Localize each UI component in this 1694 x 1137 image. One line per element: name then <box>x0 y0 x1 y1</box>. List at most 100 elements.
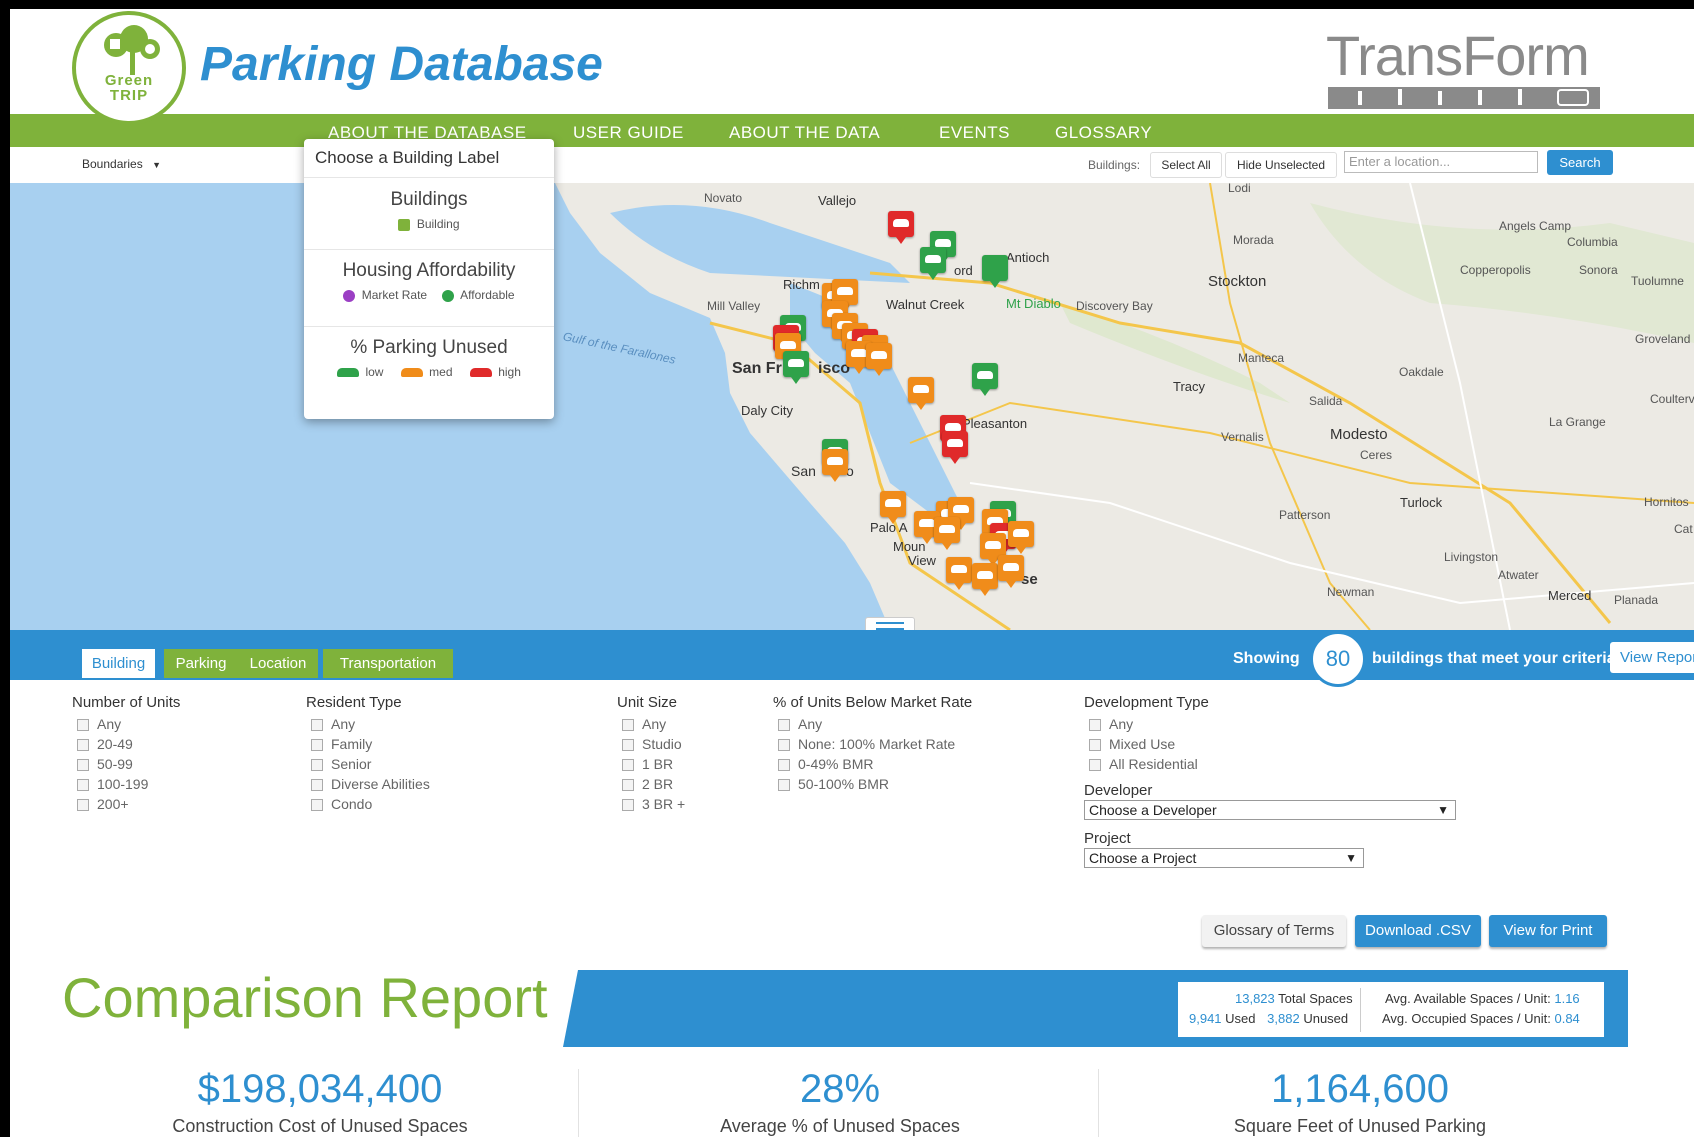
map-label-san-francisco: San Fr <box>732 360 782 377</box>
nav-glossary[interactable]: GLOSSARY <box>1055 123 1152 143</box>
building-marker[interactable] <box>822 449 848 482</box>
tab-parking[interactable]: Parking <box>164 649 238 678</box>
checkbox-option[interactable]: All Residential <box>1084 754 1209 774</box>
checkbox-option[interactable]: Any <box>1084 714 1209 734</box>
checkbox-option[interactable]: Any <box>306 714 430 734</box>
checkbox-option[interactable]: 20-49 <box>72 734 180 754</box>
unused-spaces-label: Unused <box>1303 1011 1349 1026</box>
transform-logo[interactable]: TransForm <box>1326 23 1600 109</box>
checkbox[interactable] <box>311 779 323 792</box>
greentrip-logo[interactable]: Green TRIP <box>72 11 186 125</box>
legend-market-rate: Market Rate <box>361 288 428 302</box>
map-label-newman: Newman <box>1327 585 1375 599</box>
map-label-atwater: Atwater <box>1498 568 1539 582</box>
legend-option-buildings[interactable]: Buildings Building <box>304 179 554 250</box>
checkbox-option[interactable]: 0-49% BMR <box>773 754 972 774</box>
hide-unselected-button[interactable]: Hide Unselected <box>1225 152 1337 178</box>
checkbox[interactable] <box>311 739 323 752</box>
checkbox[interactable] <box>311 759 323 772</box>
building-marker[interactable] <box>1008 521 1034 554</box>
checkbox[interactable] <box>77 759 89 772</box>
building-marker[interactable] <box>866 343 892 376</box>
checkbox-option[interactable]: Any <box>773 714 972 734</box>
checkbox-option[interactable]: Family <box>306 734 430 754</box>
tab-building[interactable]: Building <box>82 649 155 678</box>
checkbox[interactable] <box>622 799 634 812</box>
map-label-salida: Salida <box>1309 394 1343 408</box>
nav-user-guide[interactable]: USER GUIDE <box>573 123 684 143</box>
checkbox[interactable] <box>622 779 634 792</box>
checkbox[interactable] <box>311 799 323 812</box>
building-marker[interactable] <box>908 377 934 410</box>
checkbox-option[interactable]: 50-100% BMR <box>773 774 972 794</box>
legend-option-affordability[interactable]: Housing Affordability Market Rate Afford… <box>304 250 554 327</box>
checkbox[interactable] <box>77 719 89 732</box>
option-label: 50-100% BMR <box>798 776 890 792</box>
checkbox[interactable] <box>311 719 323 732</box>
legend-heading: Choose a Building Label <box>304 139 554 178</box>
checkbox-option[interactable]: 200+ <box>72 794 180 814</box>
view-for-print-button[interactable]: View for Print <box>1489 915 1607 947</box>
map-resize-handle[interactable] <box>865 617 915 630</box>
stat-value: 1,164,600 <box>1271 1067 1449 1111</box>
select-all-button[interactable]: Select All <box>1150 152 1222 178</box>
checkbox[interactable] <box>1089 719 1101 732</box>
building-marker[interactable] <box>998 555 1024 588</box>
building-label-dropdown[interactable]: Choose a Building Label Buildings Buildi… <box>304 139 554 419</box>
used-spaces-value: 9,941 <box>1189 1011 1222 1026</box>
checkbox[interactable] <box>1089 759 1101 772</box>
legend-building-item: Building <box>416 217 460 231</box>
checkbox[interactable] <box>622 759 634 772</box>
checkbox-option[interactable]: Condo <box>306 794 430 814</box>
site-title[interactable]: Parking Database <box>200 37 603 92</box>
checkbox-option[interactable]: Any <box>617 714 685 734</box>
checkbox-option[interactable]: Any <box>72 714 180 734</box>
checkbox-option[interactable]: Studio <box>617 734 685 754</box>
checkbox-option[interactable]: 50-99 <box>72 754 180 774</box>
checkbox-option[interactable]: 3 BR + <box>617 794 685 814</box>
checkbox[interactable] <box>77 779 89 792</box>
checkbox[interactable] <box>77 799 89 812</box>
building-marker[interactable] <box>942 431 968 464</box>
checkbox[interactable] <box>77 739 89 752</box>
checkbox-option[interactable]: 2 BR <box>617 774 685 794</box>
checkbox-option[interactable]: Senior <box>306 754 430 774</box>
view-report-button[interactable]: View Report <box>1610 642 1694 673</box>
tab-location[interactable]: Location <box>238 649 318 678</box>
legend-affordability-title: Housing Affordability <box>342 260 516 281</box>
checkbox[interactable] <box>778 739 790 752</box>
search-button[interactable]: Search <box>1547 150 1613 175</box>
checkbox[interactable] <box>778 779 790 792</box>
checkbox[interactable] <box>622 739 634 752</box>
checkbox[interactable] <box>622 719 634 732</box>
project-select[interactable]: Choose a Project ▼ <box>1084 848 1364 868</box>
location-input[interactable]: Enter a location... <box>1344 151 1538 173</box>
legend-option-parking-unused[interactable]: % Parking Unused low med high <box>304 327 554 417</box>
map[interactable]: Novato Vallejo Lodi Angels Camp Columbia… <box>10 183 1694 630</box>
building-marker[interactable] <box>783 351 809 384</box>
building-marker[interactable] <box>920 247 946 280</box>
checkbox-option[interactable]: None: 100% Market Rate <box>773 734 972 754</box>
developer-select[interactable]: Choose a Developer ▼ <box>1084 800 1456 820</box>
checkbox[interactable] <box>778 719 790 732</box>
tab-transportation[interactable]: Transportation <box>323 649 453 678</box>
glossary-button[interactable]: Glossary of Terms <box>1202 915 1346 947</box>
download-csv-button[interactable]: Download .CSV <box>1355 915 1481 947</box>
checkbox-option[interactable]: Diverse Abilities <box>306 774 430 794</box>
stat-caption: Average % of Unused Spaces <box>720 1116 960 1136</box>
checkbox-option[interactable]: 1 BR <box>617 754 685 774</box>
building-marker[interactable] <box>880 491 906 524</box>
nav-about-data[interactable]: ABOUT THE DATA <box>729 123 880 143</box>
checkbox-option[interactable]: Mixed Use <box>1084 734 1209 754</box>
building-marker[interactable] <box>934 517 960 550</box>
boundaries-dropdown[interactable]: Boundaries ▼ <box>82 157 161 171</box>
building-marker[interactable] <box>972 363 998 396</box>
building-marker[interactable] <box>946 557 972 590</box>
stat-divider <box>1098 1069 1099 1137</box>
checkbox[interactable] <box>1089 739 1101 752</box>
building-marker[interactable] <box>888 211 914 244</box>
building-marker[interactable] <box>972 563 998 596</box>
checkbox[interactable] <box>778 759 790 772</box>
nav-events[interactable]: EVENTS <box>939 123 1010 143</box>
checkbox-option[interactable]: 100-199 <box>72 774 180 794</box>
